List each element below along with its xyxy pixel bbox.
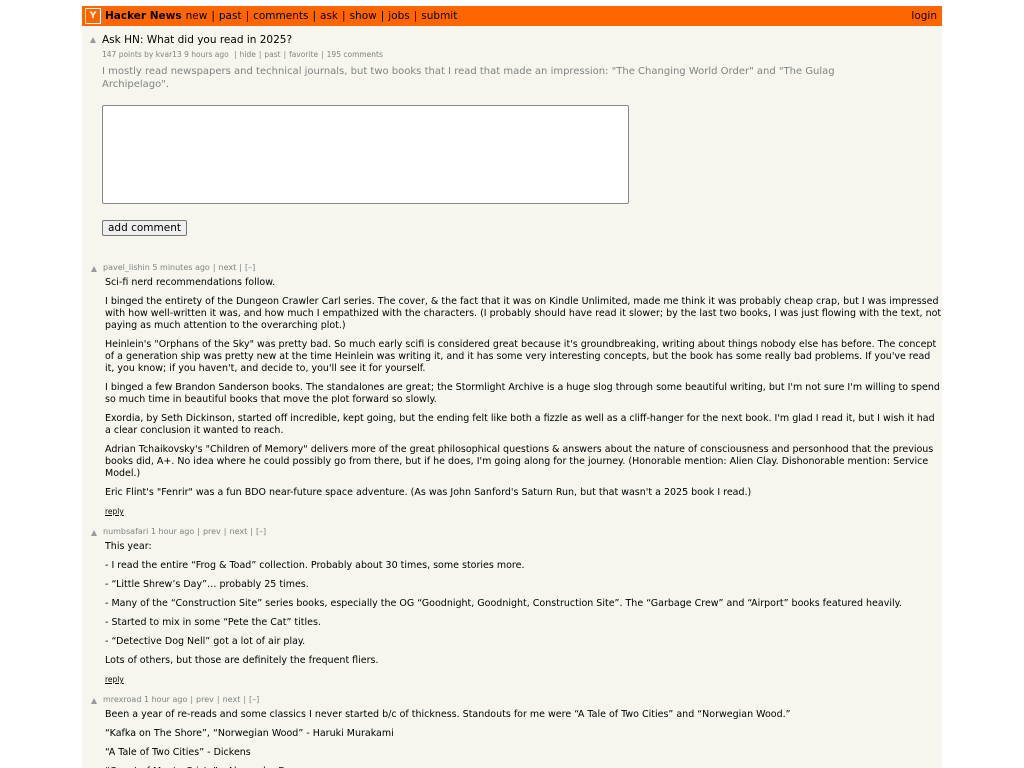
comment-paragraph: - “Detective Dog Nell” got a lot of air …	[105, 636, 306, 647]
nav-separator: |	[413, 10, 418, 22]
comment-next-link[interactable]: next	[223, 695, 241, 704]
upvote-arrow-icon[interactable]	[91, 530, 97, 536]
comment-paragraph: I binged the entirety of the Dungeon Cra…	[105, 296, 942, 331]
comment-body: Been a year of re-reads and some classic…	[105, 709, 942, 768]
site-name-link[interactable]: Hacker News	[105, 10, 182, 22]
comment-paragraph: I binged a few Brandon Sanderson books. …	[105, 382, 940, 405]
comment-paragraph: Eric Flint's "Fenrir" was a fun BDO near…	[105, 487, 752, 498]
comment-paragraph: Sci-fi nerd recommendations follow.	[105, 277, 276, 288]
story: Ask HN: What did you read in 2025? 147 p…	[82, 26, 942, 236]
reply-link[interactable]: reply	[105, 507, 124, 516]
comment-thread: pavel_lishin 5 minutes ago | next | [–] Sci-f…	[82, 263, 942, 768]
login-link[interactable]: login	[911, 10, 937, 22]
nav-separator: |	[312, 10, 317, 22]
story-actions: | hide | past | favorite | 195 comments	[231, 50, 383, 59]
comment: pavel_lishin 5 minutes ago | next | [–] Sci-f…	[82, 263, 942, 518]
comment: numbsafari 1 hour ago | prev | next | [–] This …	[82, 527, 942, 686]
comment-textarea[interactable]	[102, 105, 629, 204]
meta-separator: |	[321, 50, 324, 59]
story-title[interactable]: Ask HN: What did you read in 2025?	[102, 34, 292, 46]
nav-separator: |	[380, 10, 385, 22]
meta-separator: |	[190, 695, 194, 704]
comment-age-link[interactable]: 1 hour ago	[144, 695, 187, 704]
comment-paragraph: Heinlein's "Orphans of the Sky" was pret…	[105, 339, 937, 374]
comment: mrexroad 1 hour ago | prev | next | [–] Been a …	[82, 695, 942, 768]
story-author-link[interactable]: kvar13	[156, 50, 182, 59]
comment-paragraph: Exordia, by Seth Dickinson, started off …	[105, 413, 935, 436]
story-points: 147 points	[102, 50, 142, 59]
nav-link-ask[interactable]: ask	[320, 10, 338, 22]
reply-link[interactable]: reply	[105, 675, 124, 684]
upvote-arrow-icon[interactable]	[91, 698, 97, 704]
collapse-toggle[interactable]: [–]	[256, 527, 266, 536]
meta-separator: |	[234, 50, 237, 59]
nav-link-new[interactable]: new	[186, 10, 208, 22]
comment-meta: mrexroad 1 hour ago | prev | next | [–]	[103, 695, 259, 704]
meta-separator: |	[250, 527, 253, 536]
comment-next-link[interactable]: next	[219, 263, 237, 272]
comment-prev-link[interactable]: prev	[203, 527, 221, 536]
meta-separator: |	[197, 527, 200, 536]
upvote-arrow-icon[interactable]	[91, 266, 97, 272]
story-subtext: 147 points by kvar13 9 hours ago | hide | p…	[102, 50, 942, 59]
nav-link-show[interactable]: show	[350, 10, 377, 22]
comment-paragraph: “Kafka on The Shore”, “Norwegian Wood” -…	[105, 728, 394, 739]
comment-author-link[interactable]: mrexroad	[103, 695, 141, 704]
nav-link-jobs[interactable]: jobs	[388, 10, 409, 22]
comment-age-link[interactable]: 1 hour ago	[151, 527, 194, 536]
collapse-toggle[interactable]: [–]	[249, 695, 259, 704]
comment-paragraph: Lots of others, but those are definitely…	[105, 655, 379, 666]
comment-body: This year: - I read the entire “Frog & To…	[105, 541, 942, 686]
story-action-favorite[interactable]: favorite	[289, 50, 318, 59]
comment-paragraph: - I read the entire “Frog & Toad” collec…	[105, 560, 525, 571]
meta-separator: |	[239, 263, 242, 272]
comment-paragraph: “A Tale of Two Cities” - Dickens	[105, 747, 251, 758]
meta-separator: |	[223, 527, 227, 536]
comment-body: Sci-fi nerd recommendations follow. I bin…	[105, 277, 942, 518]
nav-separator: |	[245, 10, 250, 22]
meta-separator: |	[212, 263, 216, 272]
nav-link-comments[interactable]: comments	[253, 10, 308, 22]
comment-paragraph: - Many of the “Construction Site” series…	[105, 598, 902, 609]
collapse-toggle[interactable]: [–]	[245, 263, 255, 272]
meta-separator: |	[283, 50, 287, 59]
nav-separator: |	[211, 10, 215, 22]
add-comment-button[interactable]: add comment	[102, 220, 187, 236]
story-action-past[interactable]: past	[264, 50, 280, 59]
comment-author-link[interactable]: numbsafari	[103, 527, 148, 536]
comment-author-link[interactable]: pavel_lishin	[103, 263, 150, 272]
comment-paragraph: This year:	[105, 541, 152, 552]
comment-paragraph: Adrian Tchaikovsky's "Children of Memory…	[105, 444, 934, 479]
top-bar: Y Hacker News new | past | comments | ask | show…	[82, 6, 942, 26]
hn-page: Y Hacker News new | past | comments | ask | show…	[82, 6, 942, 768]
by-label: by	[144, 50, 154, 59]
comment-meta: numbsafari 1 hour ago | prev | next | [–]	[103, 527, 266, 536]
story-text: I mostly read newspapers and technical j…	[102, 66, 835, 90]
story-age-link[interactable]: 9 hours ago	[184, 50, 229, 59]
meta-separator: |	[216, 695, 220, 704]
y-logo-icon[interactable]: Y	[85, 8, 101, 24]
comment-paragraph: Been a year of re-reads and some classic…	[105, 709, 791, 720]
story-action-hide[interactable]: hide	[240, 50, 256, 59]
nav-link-submit[interactable]: submit	[421, 10, 457, 22]
comment-next-link[interactable]: next	[230, 527, 248, 536]
upvote-arrow-icon[interactable]	[90, 37, 96, 43]
comment-paragraph: - Started to mix in some “Pete the Cat” …	[105, 617, 321, 628]
comment-paragraph: - “Little Shrew’s Day”… probably 25 time…	[105, 579, 309, 590]
comment-prev-link[interactable]: prev	[196, 695, 214, 704]
comment-meta: pavel_lishin 5 minutes ago | next | [–]	[103, 263, 255, 272]
nav-link-past[interactable]: past	[219, 10, 242, 22]
nav-links: new | past | comments | ask | show | jobs | submit	[186, 10, 458, 22]
story-action-195-comments[interactable]: 195 comments	[327, 50, 383, 59]
meta-separator: |	[243, 695, 247, 704]
nav-separator: |	[342, 10, 346, 22]
meta-separator: |	[258, 50, 262, 59]
comment-age-link[interactable]: 5 minutes ago	[152, 263, 209, 272]
